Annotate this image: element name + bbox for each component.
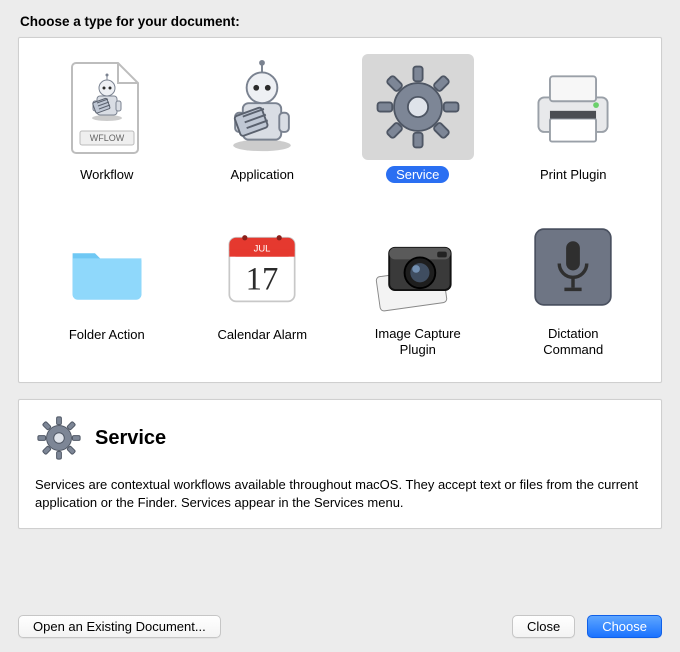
template-grid: WFLOW Workflow Application Service Print… (29, 48, 651, 368)
template-label: Workflow (70, 166, 143, 183)
camera-icon (362, 214, 474, 320)
application-icon (206, 54, 318, 160)
template-label: Application (220, 166, 304, 183)
template-label: Service (386, 166, 449, 183)
template-folder-action[interactable]: Folder Action (29, 208, 185, 368)
template-service[interactable]: Service (340, 48, 496, 208)
gear-icon (35, 414, 83, 462)
workflow-icon: WFLOW (51, 54, 163, 160)
folder-icon (51, 214, 163, 320)
microphone-icon (517, 214, 629, 320)
wflow-badge-text: WFLOW (90, 133, 125, 143)
template-label: DictationCommand (543, 326, 603, 359)
template-dictation-command[interactable]: DictationCommand (496, 208, 652, 368)
template-application[interactable]: Application (185, 48, 341, 208)
info-title: Service (95, 427, 166, 450)
open-existing-button[interactable]: Open an Existing Document... (18, 615, 221, 638)
close-button[interactable]: Close (512, 615, 575, 638)
template-label: Folder Action (59, 326, 155, 343)
info-panel: Service Services are contextual workflow… (18, 399, 662, 529)
dialog-heading: Choose a type for your document: (20, 14, 662, 29)
template-workflow[interactable]: WFLOW Workflow (29, 48, 185, 208)
dialog-footer: Open an Existing Document... Close Choos… (18, 615, 662, 638)
template-print-plugin[interactable]: Print Plugin (496, 48, 652, 208)
template-label: Print Plugin (530, 166, 616, 183)
calendar-icon: JUL 17 (206, 214, 318, 320)
svg-text:JUL: JUL (254, 244, 271, 255)
svg-text:17: 17 (246, 261, 279, 297)
choose-button[interactable]: Choose (587, 615, 662, 638)
service-icon (362, 54, 474, 160)
template-label: Calendar Alarm (207, 326, 317, 343)
printer-icon (517, 54, 629, 160)
info-description: Services are contextual workflows availa… (35, 476, 645, 512)
template-calendar-alarm[interactable]: JUL 17 Calendar Alarm (185, 208, 341, 368)
template-grid-panel: WFLOW Workflow Application Service Print… (18, 37, 662, 383)
template-image-capture-plugin[interactable]: Image CapturePlugin (340, 208, 496, 368)
template-label: Image CapturePlugin (375, 326, 461, 359)
